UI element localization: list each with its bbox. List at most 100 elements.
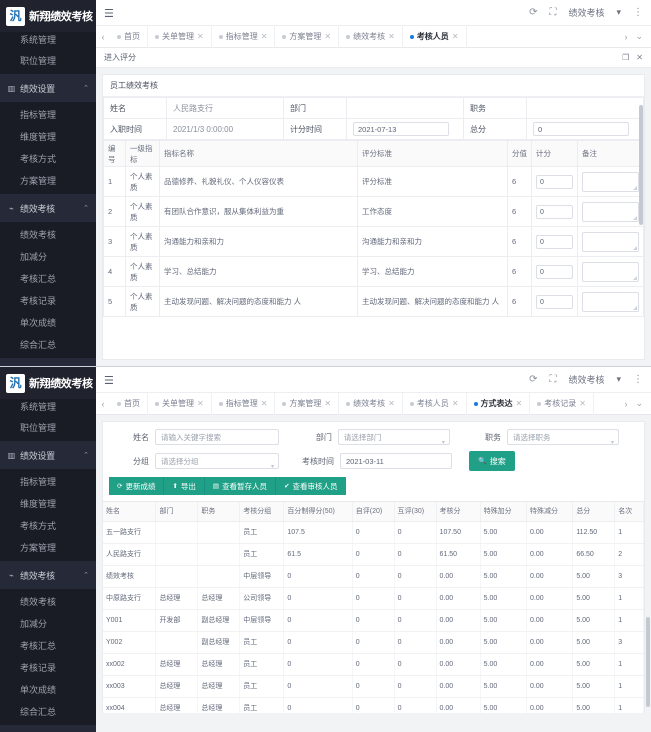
tab-3[interactable]: 方案管理✕ bbox=[275, 26, 339, 48]
vertical-scrollbar[interactable] bbox=[639, 105, 643, 225]
tab-0[interactable]: 首页 bbox=[110, 26, 148, 48]
table-row[interactable]: 中原路支行总经理总经理公司领导0000.005.000.005.001 bbox=[103, 587, 644, 609]
vertical-scrollbar[interactable] bbox=[646, 617, 650, 707]
fullscreen-icon[interactable]: ⛶ bbox=[549, 7, 556, 18]
table-row[interactable]: Y001开发部副总经理中层领导0000.005.000.005.001 bbox=[103, 609, 644, 631]
tab-7[interactable]: 考核记录✕ bbox=[530, 393, 594, 415]
hamburger-icon[interactable]: ☰ bbox=[104, 9, 116, 20]
tab-3[interactable]: 方案管理✕ bbox=[275, 393, 339, 415]
table-row[interactable]: 人民路支行员工61.50061.505.000.0066.502 bbox=[103, 543, 644, 565]
calc-score-input[interactable]: 0 bbox=[536, 235, 573, 249]
sidebar-item-assessment-summary[interactable]: 考核汇总 bbox=[0, 635, 96, 657]
more-icon[interactable]: ⋮ bbox=[633, 7, 643, 18]
dept-select[interactable]: 请选择部门 ▾ bbox=[338, 429, 450, 445]
sidebar-group-personnel-mgmt[interactable]: 👤 人员管理 ⌄ bbox=[0, 358, 96, 366]
sidebar-item-assessment-method[interactable]: 考核方式 bbox=[0, 148, 96, 170]
tab-menu-button[interactable]: ⌄ bbox=[635, 31, 643, 42]
note-textarea[interactable] bbox=[582, 262, 639, 282]
sidebar-item-assessment-record[interactable]: 考核记录 bbox=[0, 290, 96, 312]
sidebar-item-addsub-score[interactable]: 加减分 bbox=[0, 246, 96, 268]
close-icon[interactable]: ✕ bbox=[388, 399, 395, 408]
sidebar-item-comprehensive-summary[interactable]: 综合汇总 bbox=[0, 701, 96, 723]
sidebar-item-partial[interactable]: 系统管理 bbox=[0, 34, 96, 50]
group-select[interactable]: 请选择分组 ▾ bbox=[155, 453, 279, 469]
job-select[interactable]: 请选择职务 ▾ bbox=[507, 429, 619, 445]
chevron-down-icon[interactable]: ▾ bbox=[616, 374, 621, 385]
note-textarea[interactable] bbox=[582, 172, 639, 192]
tab-4[interactable]: 绩效考核✕ bbox=[339, 393, 403, 415]
tab-2[interactable]: 指标管理✕ bbox=[212, 393, 276, 415]
restore-icon[interactable]: ❐ bbox=[622, 53, 629, 62]
close-icon[interactable]: ✕ bbox=[261, 399, 268, 408]
note-textarea[interactable] bbox=[582, 292, 639, 312]
sidebar-item-indicator-mgmt[interactable]: 指标管理 bbox=[0, 471, 96, 493]
sidebar-item-dimension-mgmt[interactable]: 维度管理 bbox=[0, 493, 96, 515]
table-row[interactable]: xx002总经理总经理员工0000.005.000.005.001 bbox=[103, 653, 644, 675]
sidebar-item-assessment[interactable]: 绩效考核 bbox=[0, 224, 96, 246]
tab-prev-button[interactable]: ‹ bbox=[96, 393, 110, 415]
sidebar-item-position-mgmt[interactable]: 职位管理 bbox=[0, 50, 96, 72]
sidebar-item-partial[interactable]: 系统管理 bbox=[0, 401, 96, 417]
table-row[interactable]: xx004总经理总经理员工0000.005.000.005.001 bbox=[103, 697, 644, 713]
fullscreen-icon[interactable]: ⛶ bbox=[549, 374, 556, 385]
sidebar-item-scheme-mgmt[interactable]: 方案管理 bbox=[0, 537, 96, 559]
close-icon[interactable]: ✕ bbox=[516, 399, 523, 408]
close-icon[interactable]: ✕ bbox=[388, 32, 395, 41]
table-row[interactable]: 五一路支行员工107.500107.505.000.00112.501 bbox=[103, 521, 644, 543]
tab-next-button[interactable]: › bbox=[624, 32, 627, 42]
table-row[interactable]: Y002副总经理员工0000.005.000.005.003 bbox=[103, 631, 644, 653]
sidebar-item-scheme-mgmt[interactable]: 方案管理 bbox=[0, 170, 96, 192]
action-button-2[interactable]: ▤查看暂存人员 bbox=[205, 477, 276, 495]
hamburger-icon[interactable]: ☰ bbox=[104, 376, 116, 387]
action-button-1[interactable]: ⬆导出 bbox=[164, 477, 204, 495]
tab-0[interactable]: 首页 bbox=[110, 393, 148, 415]
refresh-icon[interactable]: ⟳ bbox=[529, 7, 537, 18]
refresh-icon[interactable]: ⟳ bbox=[529, 374, 537, 385]
note-textarea[interactable] bbox=[582, 202, 639, 222]
sidebar-item-assessment-record[interactable]: 考核记录 bbox=[0, 657, 96, 679]
close-icon[interactable]: ✕ bbox=[324, 399, 331, 408]
sidebar-item-position-mgmt[interactable]: 职位管理 bbox=[0, 417, 96, 439]
calc-score-input[interactable]: 0 bbox=[536, 265, 573, 279]
sidebar-group-performance-settings[interactable]: ▥ 绩效设置 ⌃ bbox=[0, 74, 96, 102]
close-icon[interactable]: ✕ bbox=[197, 32, 204, 41]
sidebar-item-addsub-score[interactable]: 加减分 bbox=[0, 613, 96, 635]
tab-next-button[interactable]: › bbox=[624, 399, 627, 409]
close-icon[interactable]: ✕ bbox=[452, 399, 459, 408]
tab-5[interactable]: 考核人员✕ bbox=[403, 26, 467, 48]
sidebar-item-single-result[interactable]: 单次成绩 bbox=[0, 312, 96, 334]
more-icon[interactable]: ⋮ bbox=[633, 374, 643, 385]
tab-6[interactable]: 方式表达✕ bbox=[467, 393, 531, 415]
tab-5[interactable]: 考核人员✕ bbox=[403, 393, 467, 415]
sidebar-item-single-result[interactable]: 单次成绩 bbox=[0, 679, 96, 701]
tab-prev-button[interactable]: ‹ bbox=[96, 26, 110, 48]
close-icon[interactable]: ✕ bbox=[261, 32, 268, 41]
note-textarea[interactable] bbox=[582, 232, 639, 252]
search-input[interactable]: 请输入关键字搜索 bbox=[155, 429, 279, 445]
user-menu-label[interactable]: 绩效考核 bbox=[568, 6, 604, 19]
sidebar-group-performance-assessment[interactable]: ⌁ 绩效考核 ⌃ bbox=[0, 194, 96, 222]
calc-score-input[interactable]: 0 bbox=[536, 175, 573, 189]
sidebar-item-indicator-mgmt[interactable]: 指标管理 bbox=[0, 104, 96, 126]
time-input[interactable]: 2021-03-11 bbox=[340, 453, 452, 469]
sidebar-item-assessment[interactable]: 绩效考核 bbox=[0, 591, 96, 613]
search-button[interactable]: 🔍 搜索 bbox=[469, 451, 515, 471]
close-icon[interactable]: ✕ bbox=[452, 32, 459, 41]
sidebar-item-assessment-method[interactable]: 考核方式 bbox=[0, 515, 96, 537]
action-button-3[interactable]: ✔查看审核人员 bbox=[276, 477, 345, 495]
calc-score-input[interactable]: 0 bbox=[536, 295, 573, 309]
action-button-0[interactable]: ⟳更新成绩 bbox=[109, 477, 164, 495]
sidebar-item-dimension-mgmt[interactable]: 维度管理 bbox=[0, 126, 96, 148]
tab-1[interactable]: 关单管理✕ bbox=[148, 393, 212, 415]
table-row[interactable]: 绩效考核中层领导0000.005.000.005.003 bbox=[103, 565, 644, 587]
table-row[interactable]: xx003总经理总经理员工0000.005.000.005.001 bbox=[103, 675, 644, 697]
brand-logo-row[interactable]: 汎 新翔绩效考核 bbox=[0, 0, 96, 32]
chevron-down-icon[interactable]: ▾ bbox=[616, 7, 621, 18]
tab-1[interactable]: 关单管理✕ bbox=[148, 26, 212, 48]
tab-4[interactable]: 绩效考核✕ bbox=[339, 26, 403, 48]
sidebar-group-performance-settings[interactable]: ▥ 绩效设置 ⌃ bbox=[0, 441, 96, 469]
tab-2[interactable]: 指标管理✕ bbox=[212, 26, 276, 48]
sidebar-group-performance-assessment[interactable]: ⌁ 绩效考核 ⌃ bbox=[0, 561, 96, 589]
close-icon[interactable]: ✕ bbox=[324, 32, 331, 41]
close-icon[interactable]: ✕ bbox=[579, 399, 586, 408]
